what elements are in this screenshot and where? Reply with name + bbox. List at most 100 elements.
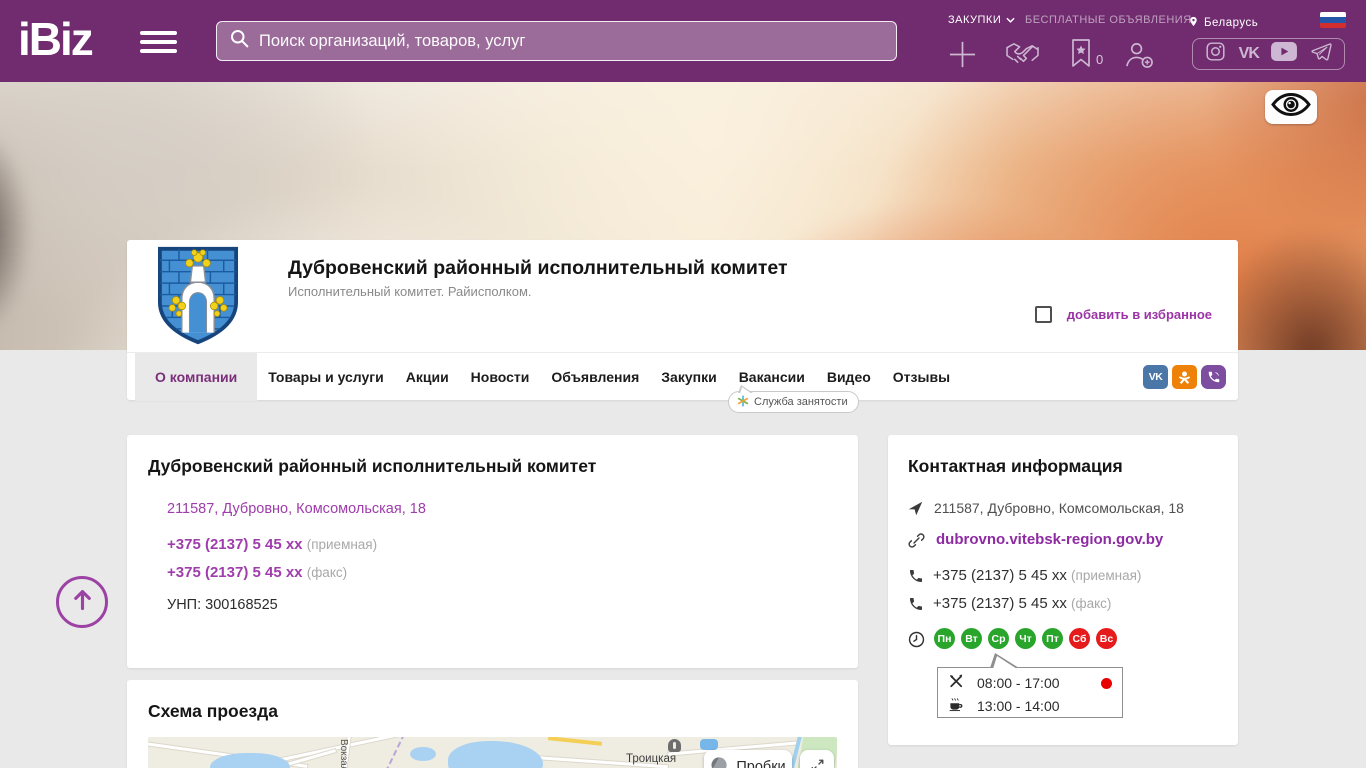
working-hours-tooltip: 08:00 - 17:00 13:00 - 14:00 [937, 667, 1123, 718]
map-label-troitskaya: Троицкая [626, 753, 676, 765]
map-canvas[interactable]: Троицкая Вокзальная Пробки [148, 737, 837, 768]
telegram-icon[interactable] [1310, 41, 1332, 68]
directions-card: Схема проезда Троицкая Вокзальная Пробки [127, 680, 858, 768]
contact-phone-reception: +375 (2137) 5 45 xx (приемная) [933, 567, 1141, 584]
company-social-links: VK [1143, 365, 1226, 389]
vk-button[interactable]: VK [1143, 365, 1168, 389]
map-main-road [548, 737, 602, 745]
phone-note: (факс) [1071, 596, 1111, 611]
eye-icon [1271, 92, 1311, 122]
coffee-cup-icon [948, 696, 964, 715]
lunch-hours-value: 13:00 - 14:00 [977, 698, 1060, 714]
contact-phone-fax: +375 (2137) 5 45 xx (факс) [933, 595, 1111, 612]
tab-news[interactable]: Новости [460, 353, 541, 401]
tab-ads[interactable]: Объявления [540, 353, 650, 401]
phone-row-reception: +375 (2137) 5 45 xx (приемная) [167, 536, 377, 553]
phone-icon [908, 596, 924, 617]
map-marker-area [700, 739, 718, 750]
company-unp: УНП: 300168525 [167, 597, 278, 613]
company-address-link[interactable]: 211587, Дубровно, Комсомольская, 18 [167, 501, 426, 517]
directions-title: Схема проезда [148, 701, 278, 722]
chevron-down-icon [1006, 14, 1015, 26]
link-chain-icon [908, 532, 925, 554]
hamburger-menu-icon[interactable] [140, 31, 177, 53]
favorites-bookmark-icon[interactable] [1069, 38, 1093, 73]
navigation-arrow-icon [908, 501, 923, 521]
expand-map-button[interactable] [800, 750, 834, 768]
phone-row-fax: +375 (2137) 5 45 xx (факс) [167, 564, 347, 581]
favorite-checkbox[interactable] [1035, 306, 1052, 323]
expand-icon [810, 758, 825, 768]
search-bar [216, 21, 897, 61]
nav-free-ads[interactable]: БЕСПЛАТНЫЕ ОБЪЯВЛЕНИЯ [1025, 14, 1192, 26]
day-monday[interactable]: Пн [934, 628, 955, 649]
nav-zakupki[interactable]: ЗАКУПКИ [948, 14, 1015, 26]
search-icon [229, 28, 250, 54]
company-subtitle: Исполнительный комитет. Райисполком. [288, 284, 532, 299]
location-pin-icon [1188, 14, 1199, 32]
closed-now-indicator [1101, 678, 1112, 689]
lunch-hours-row: 13:00 - 14:00 [948, 696, 1060, 715]
day-friday[interactable]: Пт [1042, 628, 1063, 649]
day-wednesday[interactable]: Ср [988, 628, 1009, 649]
page: iBiz ЗАКУПКИ БЕСПЛАТНЫЕ ОБЪЯВЛЕНИЯ Белар… [0, 0, 1366, 768]
working-days: Пн Вт Ср Чт Пт Сб Вс [934, 628, 1117, 649]
handshake-icon[interactable] [1005, 40, 1040, 74]
traffic-button[interactable]: Пробки [704, 750, 792, 768]
map-pond [410, 747, 436, 761]
odnoklassniki-button[interactable] [1172, 365, 1197, 389]
day-tuesday[interactable]: Вт [961, 628, 982, 649]
day-saturday[interactable]: Сб [1069, 628, 1090, 649]
nav-country[interactable]: Беларусь [1188, 14, 1258, 32]
ibiz-logo[interactable]: iBiz [18, 12, 92, 66]
instagram-icon[interactable] [1205, 41, 1226, 67]
day-sunday[interactable]: Вс [1096, 628, 1117, 649]
search-input[interactable] [259, 32, 884, 51]
day-thursday[interactable]: Чт [1015, 628, 1036, 649]
traffic-light-icon [710, 756, 728, 768]
contacts-title: Контактная информация [908, 456, 1123, 477]
clock-icon [908, 631, 925, 653]
company-title: Дубровенский районный исполнительный ком… [288, 257, 788, 280]
add-to-favorites[interactable]: добавить в избранное [1035, 306, 1212, 323]
add-plus-icon[interactable] [948, 40, 977, 74]
language-flag-russian[interactable] [1320, 12, 1346, 28]
header-social-links: VK [1192, 38, 1345, 70]
company-header-card: Дубровенский районный исполнительный ком… [127, 240, 1238, 400]
company-logo-coat-of-arms [155, 245, 241, 351]
about-company-card: Дубровенский районный исполнительный ком… [127, 435, 858, 668]
tab-about[interactable]: О компании [135, 353, 257, 401]
phone-number-link[interactable]: +375 (2137) 5 45 xx [167, 536, 303, 553]
work-hours-value: 08:00 - 17:00 [977, 675, 1060, 691]
top-header: iBiz ЗАКУПКИ БЕСПЛАТНЫЕ ОБЪЯВЛЕНИЯ Белар… [0, 0, 1366, 82]
employment-asterisk-icon [737, 395, 749, 410]
contact-info-card: Контактная информация 211587, Дубровно, … [888, 435, 1238, 745]
scroll-to-top-button[interactable] [56, 576, 108, 628]
website-link[interactable]: dubrovno.vitebsk-region.gov.by [936, 531, 1163, 548]
traffic-button-label: Пробки [736, 759, 785, 768]
accessibility-eye-button[interactable] [1265, 90, 1317, 124]
phone-note: (факс) [307, 565, 347, 580]
phone-icon [908, 568, 924, 589]
vk-icon[interactable]: VK [1239, 45, 1259, 63]
tab-purchases[interactable]: Закупки [650, 353, 727, 401]
map-label-vokzalnaya: Вокзальная [338, 739, 349, 768]
tab-reviews[interactable]: Отзывы [882, 353, 961, 401]
tab-promos[interactable]: Акции [395, 353, 460, 401]
map-lake [448, 741, 543, 768]
phone-note: (приемная) [307, 537, 377, 552]
vacancy-tooltip: Служба занятости [728, 391, 859, 413]
phone-number-link[interactable]: +375 (2137) 5 45 xx [167, 564, 303, 581]
about-title: Дубровенский районный исполнительный ком… [148, 456, 596, 477]
map-boundary-line [381, 737, 406, 768]
tab-products[interactable]: Товары и услуги [257, 353, 394, 401]
arrow-up-icon [69, 586, 96, 618]
contact-address: 211587, Дубровно, Комсомольская, 18 [934, 500, 1184, 516]
map-church-icon [668, 739, 681, 752]
tools-icon [948, 673, 964, 692]
viber-button[interactable] [1201, 365, 1226, 389]
company-tabs: О компании Товары и услуги Акции Новости… [127, 352, 1238, 400]
youtube-icon[interactable] [1271, 42, 1297, 66]
work-hours-row: 08:00 - 17:00 [948, 673, 1060, 692]
login-person-add-icon[interactable] [1124, 40, 1155, 74]
